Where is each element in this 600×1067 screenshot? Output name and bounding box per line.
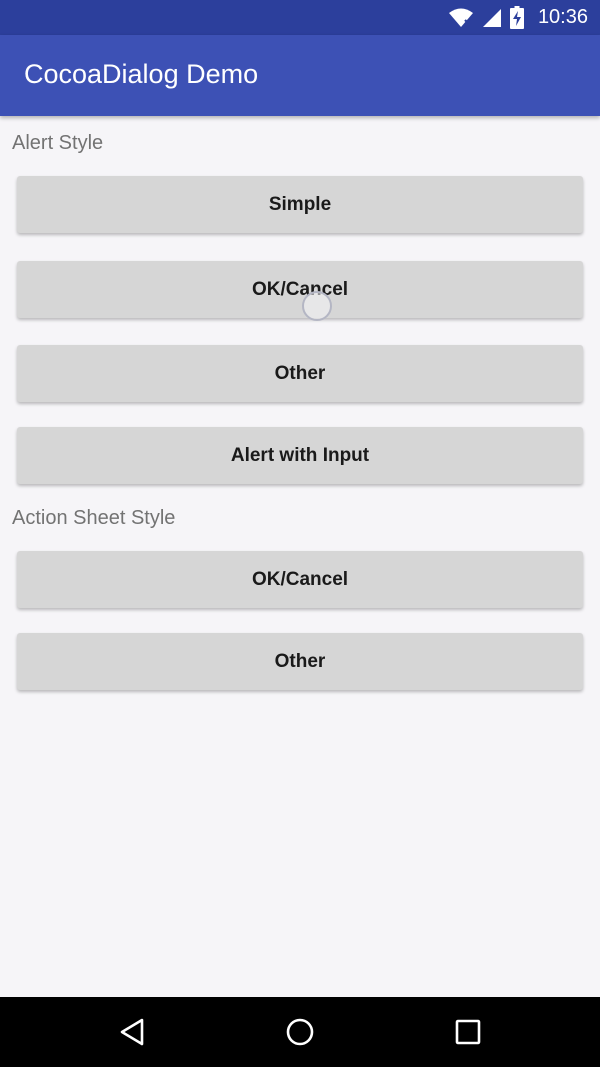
- alert-ok-cancel-button[interactable]: OK/Cancel: [17, 261, 583, 318]
- action-sheet-ok-cancel-button[interactable]: OK/Cancel: [17, 551, 583, 608]
- navigation-bar: [0, 997, 600, 1067]
- action-sheet-style-heading: Action Sheet Style: [12, 507, 176, 529]
- action-sheet-other-button[interactable]: Other: [17, 633, 583, 690]
- main-content: Alert Style Simple OK/Cancel Other Alert…: [0, 116, 600, 996]
- battery-charging-icon: [509, 6, 524, 29]
- app-bar: CocoaDialog Demo: [0, 35, 600, 116]
- app-title: CocoaDialog Demo: [24, 59, 259, 89]
- recents-square-icon[interactable]: [448, 1012, 488, 1052]
- wifi-icon: [448, 7, 474, 29]
- back-triangle-icon[interactable]: [112, 1012, 152, 1052]
- alert-simple-button[interactable]: Simple: [17, 176, 583, 233]
- alert-other-button[interactable]: Other: [17, 345, 583, 402]
- status-icons: 10:36: [448, 0, 588, 35]
- signal-icon: [482, 8, 502, 28]
- status-bar: 10:36: [0, 0, 600, 35]
- alert-style-heading: Alert Style: [12, 132, 104, 154]
- home-circle-icon[interactable]: [280, 1012, 320, 1052]
- alert-with-input-button[interactable]: Alert with Input: [17, 427, 583, 484]
- status-clock: 10:36: [537, 6, 588, 28]
